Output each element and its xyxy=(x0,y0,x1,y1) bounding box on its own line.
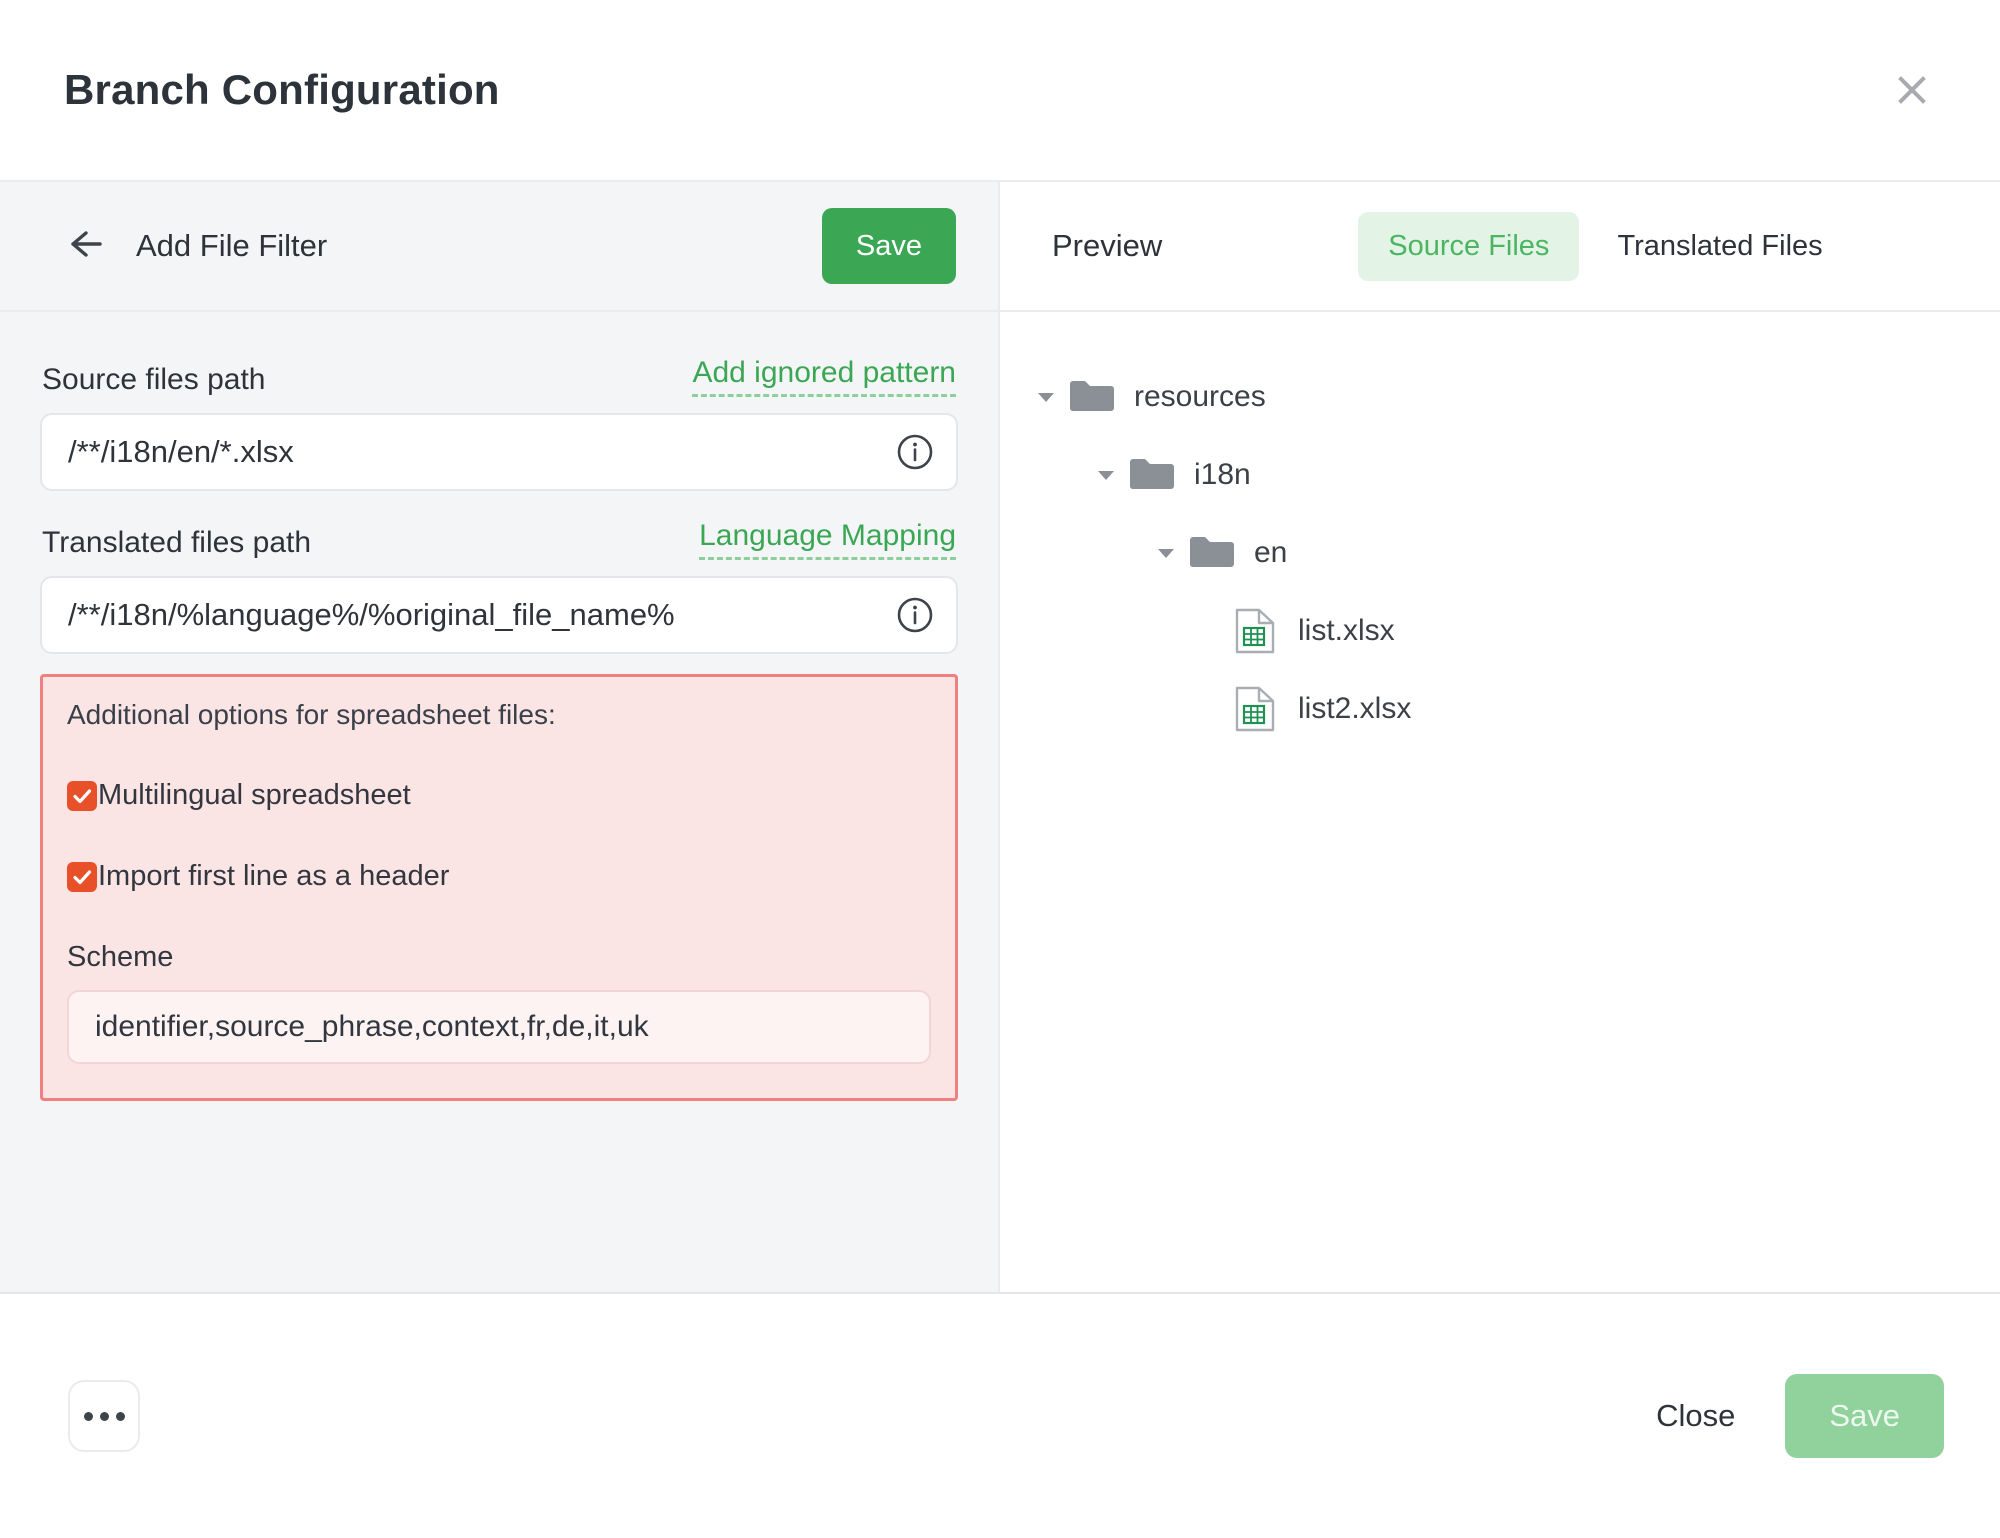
tree-node-label: list.xlsx xyxy=(1298,614,1395,647)
folder-icon xyxy=(1188,530,1234,576)
tree-node-label: resources xyxy=(1134,380,1266,413)
preview-tabs: Source Files Translated Files xyxy=(1358,211,1852,281)
multilingual-spreadsheet-label: Multilingual spreadsheet xyxy=(98,779,411,811)
tree-node-list2-xlsx[interactable]: list2.xlsx xyxy=(1000,670,2000,748)
file-filter-form: Source files path Add ignored pattern /*… xyxy=(0,312,998,1292)
translated-files-path-row: Translated files path Language Mapping xyxy=(40,519,958,560)
dialog-body: Add File Filter Save Source files path A… xyxy=(0,182,2000,1292)
dialog-footer: Close Save xyxy=(0,1292,2000,1538)
page-title: Branch Configuration xyxy=(64,66,500,113)
tree-node-i18n[interactable]: i18n xyxy=(1000,436,2000,514)
save-button[interactable]: Save xyxy=(1785,1374,1944,1458)
scheme-label: Scheme xyxy=(67,941,174,973)
xlsx-file-icon xyxy=(1232,608,1278,654)
import-first-line-header-label: Import first line as a header xyxy=(98,860,450,892)
xlsx-file-icon xyxy=(1232,686,1278,732)
tree-node-list-xlsx[interactable]: list.xlsx xyxy=(1000,592,2000,670)
back-button[interactable] xyxy=(56,220,108,272)
preview-panel: Preview Source Files Translated Files re… xyxy=(1000,182,2000,1292)
branch-configuration-dialog: Branch Configuration Add File Filter Sav… xyxy=(0,0,2000,1538)
close-button[interactable]: Close xyxy=(1630,1378,1761,1454)
multilingual-spreadsheet-row[interactable]: Multilingual spreadsheet xyxy=(67,779,931,812)
folder-icon xyxy=(1068,374,1114,420)
tree-node-resources[interactable]: resources xyxy=(1000,358,2000,436)
source-files-path-input[interactable]: /**/i18n/en/*.xlsx xyxy=(40,413,958,491)
language-mapping-link[interactable]: Language Mapping xyxy=(699,519,956,560)
scheme-input[interactable]: identifier,source_phrase,context,fr,de,i… xyxy=(67,990,931,1064)
source-files-path-label: Source files path xyxy=(42,363,266,396)
source-files-path-row: Source files path Add ignored pattern xyxy=(40,356,958,397)
check-icon xyxy=(71,866,93,888)
check-icon xyxy=(71,785,93,807)
preview-subheader: Preview Source Files Translated Files xyxy=(1000,182,2000,312)
tree-node-en[interactable]: en xyxy=(1000,514,2000,592)
file-filter-panel: Add File Filter Save Source files path A… xyxy=(0,182,1000,1292)
chevron-down-icon[interactable] xyxy=(1144,531,1188,575)
arrow-left-icon xyxy=(60,224,104,269)
spreadsheet-options-highlight: Additional options for spreadsheet files… xyxy=(40,674,958,1101)
footer-actions: Close Save xyxy=(1630,1374,1944,1458)
import-first-line-header-row[interactable]: Import first line as a header xyxy=(67,860,931,893)
tab-source-files[interactable]: Source Files xyxy=(1358,211,1580,281)
file-filter-subheader: Add File Filter Save xyxy=(0,182,998,312)
info-icon[interactable] xyxy=(896,433,934,471)
chevron-down-icon[interactable] xyxy=(1024,375,1068,419)
import-first-line-header-checkbox[interactable] xyxy=(67,861,97,892)
file-filter-title: Add File Filter xyxy=(136,228,328,263)
translated-files-path-label: Translated files path xyxy=(42,526,312,559)
dialog-titlebar: Branch Configuration xyxy=(0,0,2000,182)
save-filter-button[interactable]: Save xyxy=(821,208,956,284)
chevron-down-icon[interactable] xyxy=(1084,453,1128,497)
add-ignored-pattern-link[interactable]: Add ignored pattern xyxy=(692,356,956,397)
scheme-value: identifier,source_phrase,context,fr,de,i… xyxy=(95,1010,649,1043)
tree-node-label: en xyxy=(1254,536,1288,569)
file-tree: resources i18n en list.xlsx list2.xlsx xyxy=(1000,312,2000,1292)
preview-label: Preview xyxy=(1052,228,1163,263)
close-dialog-button[interactable] xyxy=(1880,58,1944,122)
spreadsheet-options-title: Additional options for spreadsheet files… xyxy=(67,699,556,730)
close-icon xyxy=(1892,70,1932,110)
info-icon[interactable] xyxy=(896,596,934,634)
folder-icon xyxy=(1128,452,1174,498)
multilingual-spreadsheet-checkbox[interactable] xyxy=(67,780,97,811)
translated-files-path-input[interactable]: /**/i18n/%language%/%original_file_name% xyxy=(40,576,958,654)
tree-node-label: i18n xyxy=(1194,458,1251,491)
translated-files-path-value: /**/i18n/%language%/%original_file_name% xyxy=(68,597,675,632)
more-options-button[interactable] xyxy=(68,1380,140,1452)
source-files-path-value: /**/i18n/en/*.xlsx xyxy=(68,434,294,469)
tree-node-label: list2.xlsx xyxy=(1298,692,1412,725)
ellipsis-icon xyxy=(83,1411,125,1421)
tab-translated-files[interactable]: Translated Files xyxy=(1587,212,1852,281)
